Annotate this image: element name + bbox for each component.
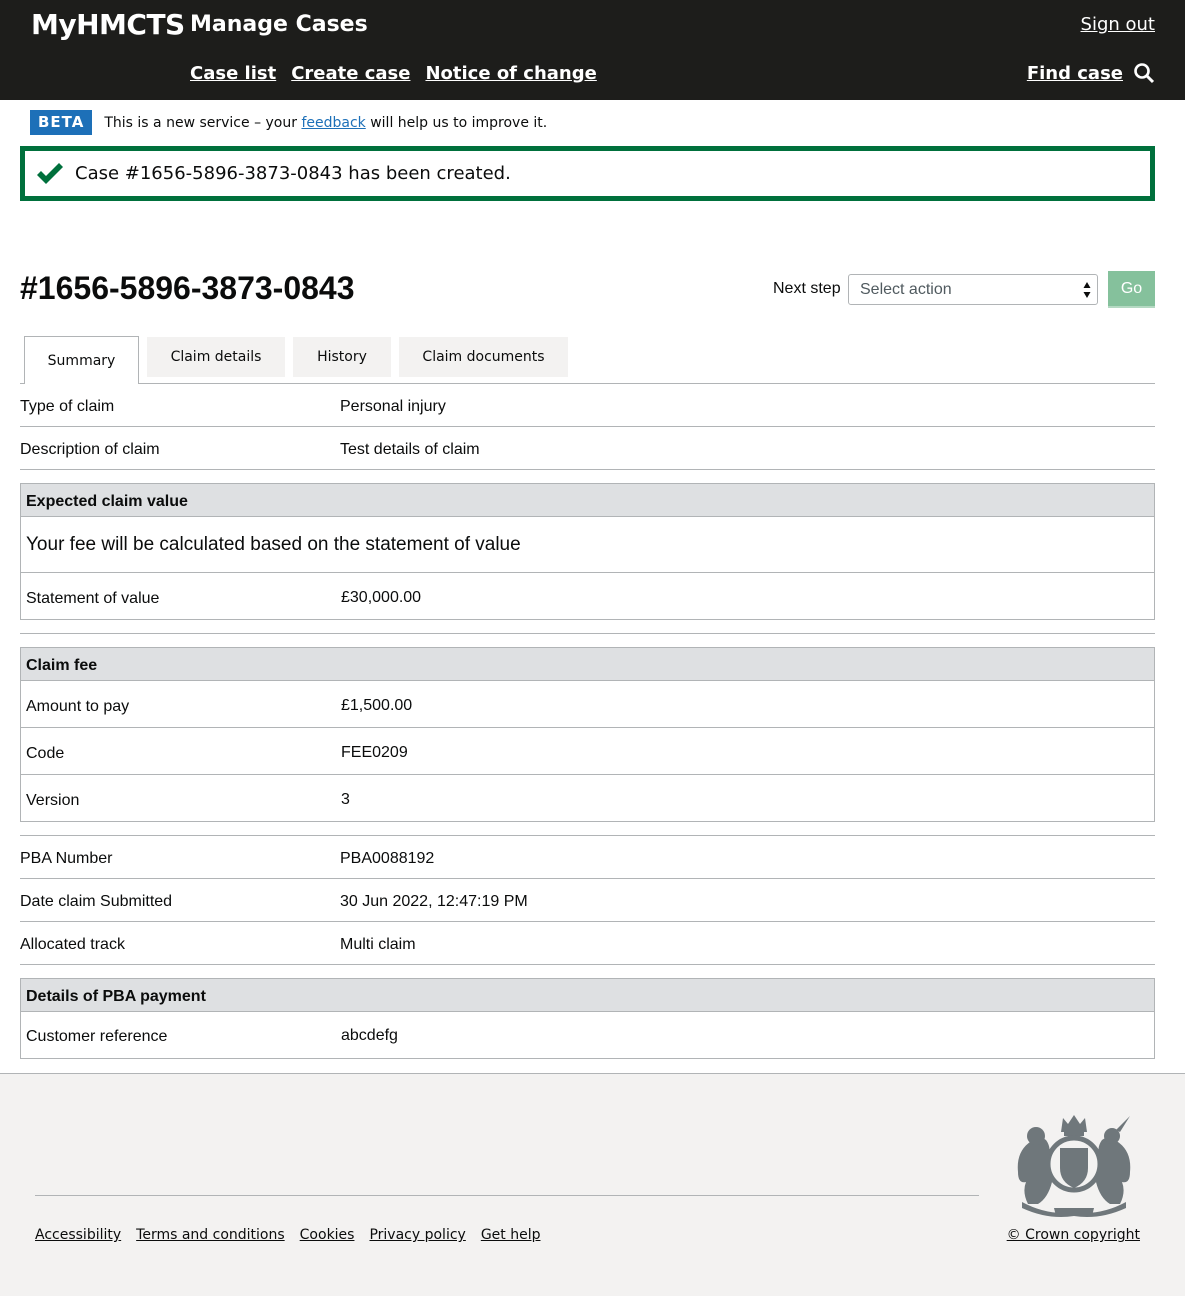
footer-divider (35, 1195, 979, 1196)
footer-link-terms[interactable]: Terms and conditions (136, 1227, 285, 1243)
footer-link-cookies[interactable]: Cookies (300, 1227, 355, 1243)
statement-of-value-row: Statement of value £30,000.00 (21, 573, 1154, 619)
row-label: Description of claim (20, 441, 160, 458)
row-label: PBA Number (20, 850, 113, 867)
go-button[interactable]: Go (1108, 271, 1155, 306)
row-value: FEE0209 (341, 744, 408, 761)
panel-heading: Claim fee (21, 648, 1154, 681)
brand-logo[interactable]: MyHMCTS (31, 8, 185, 41)
row-label: Customer reference (26, 1028, 168, 1045)
alert-message: Case #1656-5896-3873-0843 has been creat… (75, 163, 511, 184)
claim-fee-panel: Claim fee Amount to pay £1,500.00 Code F… (20, 647, 1155, 822)
row-value: Personal injury (340, 398, 446, 415)
row-value: Multi claim (340, 936, 416, 953)
next-step-label: Next step (773, 280, 841, 297)
row-value: £1,500.00 (341, 697, 413, 714)
row-value: 30 Jun 2022, 12:47:19 PM (340, 893, 528, 910)
pba-number-row: PBA Number PBA0088192 (20, 836, 1155, 879)
row-label: Type of claim (20, 398, 115, 415)
pba-payment-panel: Details of PBA payment Customer referenc… (20, 978, 1155, 1059)
row-value: Test details of claim (340, 441, 480, 458)
customer-reference-row: Customer reference abcdefg (21, 1012, 1154, 1058)
find-case-link[interactable]: Find case (1027, 63, 1123, 84)
row-value: £30,000.00 (341, 589, 422, 606)
footer-link-privacy[interactable]: Privacy policy (369, 1227, 465, 1243)
check-icon (37, 162, 63, 184)
type-of-claim-row: Type of claim Personal injury (20, 384, 1155, 427)
beta-text-before: This is a new service – your (104, 114, 302, 131)
site-header: MyHMCTS Manage Cases Sign out Case list … (0, 0, 1185, 100)
panel-heading: Expected claim value (21, 484, 1154, 517)
phase-banner: BETA This is a new service – your feedba… (30, 110, 547, 135)
footer-link-accessibility[interactable]: Accessibility (35, 1227, 121, 1243)
success-alert: Case #1656-5896-3873-0843 has been creat… (20, 146, 1155, 201)
row-label: Date claim Submitted (20, 893, 173, 910)
crown-copyright-link[interactable]: © Crown copyright (1007, 1227, 1140, 1243)
amount-to-pay-row: Amount to pay £1,500.00 (21, 681, 1154, 728)
expected-claim-value-panel: Expected claim value Your fee will be ca… (20, 483, 1155, 620)
tab-claim-details[interactable]: Claim details (147, 337, 285, 377)
tab-summary[interactable]: Summary (24, 336, 139, 384)
site-footer: Accessibility Terms and conditions Cooki… (0, 1073, 1185, 1296)
date-submitted-row: Date claim Submitted 30 Jun 2022, 12:47:… (20, 879, 1155, 922)
case-title: #1656-5896-3873-0843 (20, 270, 355, 306)
row-label: Allocated track (20, 936, 125, 953)
nav-notice-of-change[interactable]: Notice of change (425, 63, 596, 84)
service-name[interactable]: Manage Cases (190, 12, 368, 37)
row-value: abcdefg (341, 1027, 398, 1044)
tab-history[interactable]: History (293, 337, 391, 377)
royal-coat-of-arms-icon (1017, 1115, 1131, 1217)
row-label: Amount to pay (26, 698, 130, 715)
panel-heading: Details of PBA payment (21, 979, 1154, 1012)
find-case: Find case (1027, 62, 1155, 84)
divider (20, 633, 1155, 634)
row-label: Statement of value (26, 590, 160, 607)
description-row: Description of claim Test details of cla… (20, 427, 1155, 470)
row-value: PBA0088192 (340, 850, 435, 867)
primary-nav: Case list Create case Notice of change (190, 63, 597, 84)
beta-text-after: will help us to improve it. (365, 114, 548, 131)
search-icon[interactable] (1133, 62, 1155, 84)
version-row: Version 3 (21, 775, 1154, 821)
case-tabs: Summary Claim details History Claim docu… (20, 336, 1155, 384)
sign-out-link[interactable]: Sign out (1081, 14, 1155, 35)
code-row: Code FEE0209 (21, 728, 1154, 775)
row-label: Version (26, 792, 80, 809)
select-placeholder: Select action (860, 280, 952, 298)
row-value: 3 (341, 791, 350, 808)
beta-tag: BETA (30, 110, 93, 135)
fee-note: Your fee will be calculated based on the… (21, 517, 1154, 573)
nav-case-list[interactable]: Case list (190, 63, 276, 84)
select-arrows-icon (1083, 282, 1091, 298)
footer-links: Accessibility Terms and conditions Cooki… (35, 1227, 541, 1243)
nav-create-case[interactable]: Create case (291, 63, 410, 84)
next-step-select[interactable]: Select action (848, 274, 1098, 305)
tab-claim-documents[interactable]: Claim documents (399, 337, 568, 377)
footer-link-get-help[interactable]: Get help (481, 1227, 541, 1243)
feedback-link[interactable]: feedback (301, 115, 365, 131)
beta-message: This is a new service – your feedback wi… (104, 115, 547, 131)
allocated-track-row: Allocated track Multi claim (20, 922, 1155, 965)
row-label: Code (26, 745, 65, 762)
